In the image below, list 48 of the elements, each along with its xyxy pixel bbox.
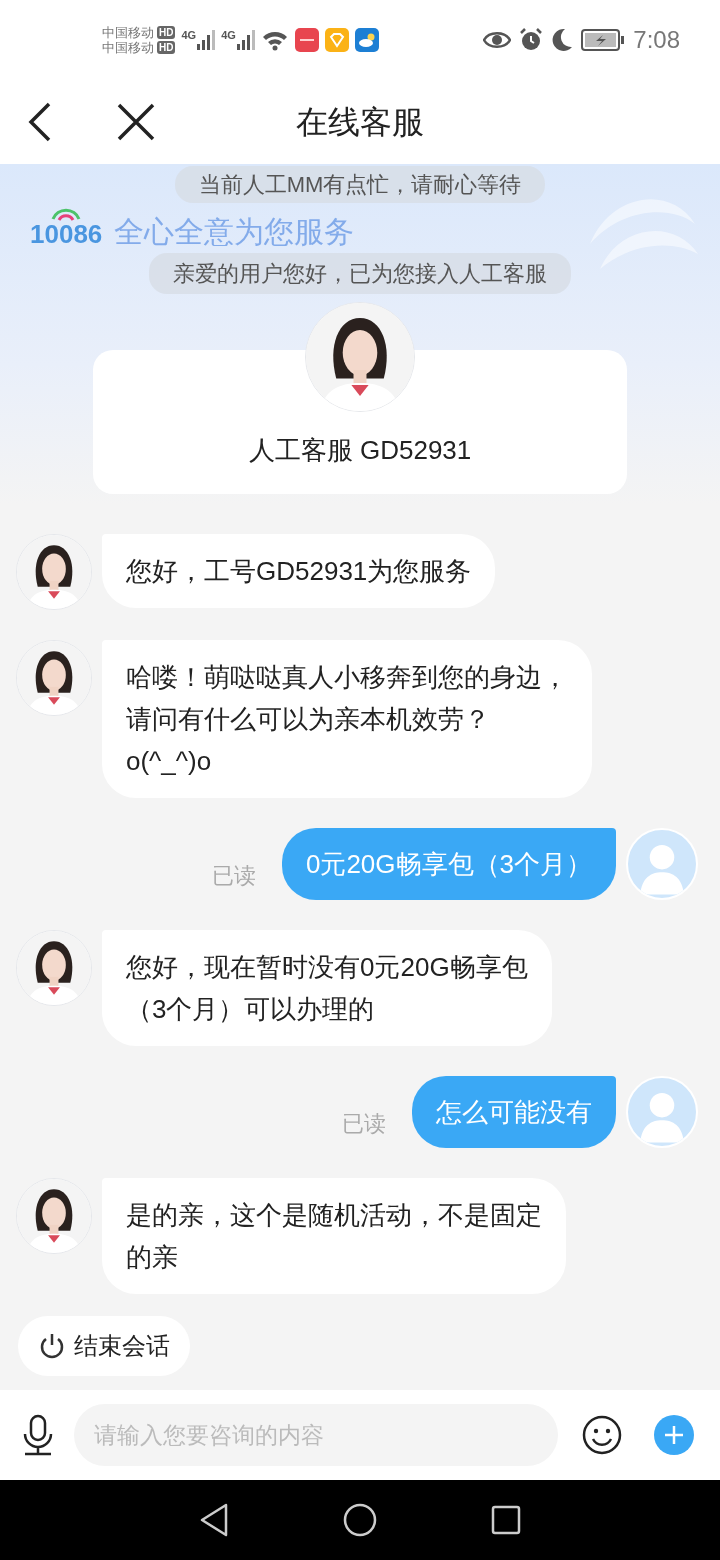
add-button[interactable]: [654, 1415, 694, 1455]
system-notice: 当前人工MM有点忙，请耐心等待: [174, 166, 546, 203]
home-nav-button[interactable]: [342, 1502, 378, 1538]
circle-icon: [343, 1503, 377, 1537]
system-notice: 亲爱的用户您好，已为您接入人工客服: [149, 253, 571, 294]
power-icon: [38, 1332, 66, 1360]
brand-logo: 10086: [30, 221, 103, 247]
hd-badge: HD: [157, 26, 176, 39]
message-text: 哈喽！萌哒哒真人小移奔到您的身边，: [126, 661, 568, 694]
message-input[interactable]: 请输入您要咨询的内容: [74, 1404, 558, 1466]
microphone-icon: [21, 1414, 55, 1456]
weather-icon: [354, 28, 379, 52]
plus-icon: [663, 1424, 685, 1446]
read-receipt: 已读: [342, 1110, 386, 1138]
message-text: 是的亲，这个是随机活动，不是固定: [126, 1199, 542, 1232]
signal-icon: [236, 30, 255, 50]
brand-slogan: 全心全意为您服务: [114, 217, 355, 247]
page-title: 在线客服: [296, 103, 424, 142]
message-text: 的亲: [126, 1241, 179, 1274]
close-icon: [117, 103, 155, 141]
triangle-icon: [199, 1503, 229, 1537]
network-type: 4G: [221, 30, 236, 41]
emoji-icon: [582, 1415, 622, 1455]
message-text: （3个月）可以办理的: [126, 993, 376, 1026]
message-text: o(^_^)o: [126, 745, 213, 778]
hd-badge: HD: [157, 41, 176, 54]
back-icon: [27, 102, 53, 142]
app-icon: [294, 28, 319, 52]
alarm-icon: [519, 28, 544, 52]
carrier-name: 中国移动: [102, 26, 154, 39]
message-text: 怎么可能没有: [436, 1096, 592, 1129]
message-text: 请问有什么可以为亲本机效劳？: [126, 703, 491, 736]
message-text: 0元20G畅享包（3个月）: [305, 848, 592, 881]
emoji-button[interactable]: [580, 1413, 624, 1457]
end-session-button[interactable]: 结束会话: [18, 1316, 190, 1376]
network-type: 4G: [181, 30, 197, 41]
moon-icon: [551, 28, 574, 52]
clock: 7:08: [633, 25, 680, 55]
read-receipt: 已读: [211, 862, 256, 890]
eye-icon: [483, 30, 512, 50]
message-text: 您好，现在暂时没有0元20G畅享包: [126, 951, 528, 984]
message-text: 您好，工号GD52931为您服务: [126, 555, 472, 588]
signal-icon: [197, 30, 216, 50]
battery-icon: [581, 29, 626, 51]
square-icon: [491, 1505, 521, 1535]
signal-arc-icon: [51, 207, 82, 221]
agent-name: 人工客服 GD52931: [248, 434, 472, 467]
carrier-name: 中国移动: [102, 41, 154, 54]
